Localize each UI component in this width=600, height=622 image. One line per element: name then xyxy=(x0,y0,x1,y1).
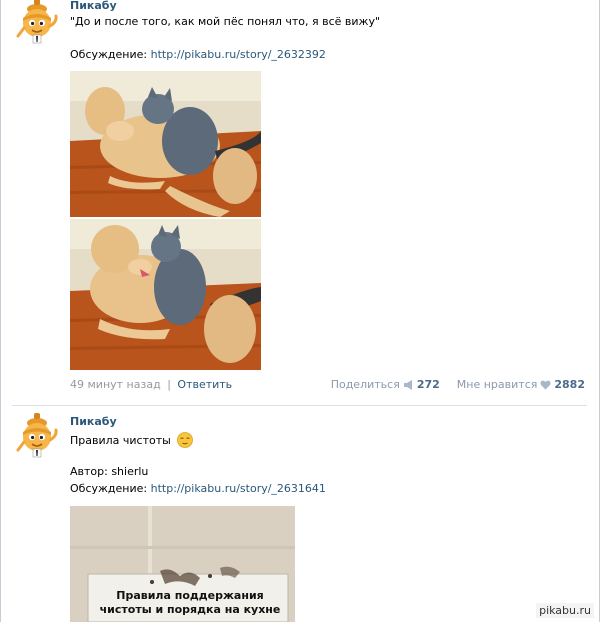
discussion-line: Обсуждение: http://pikabu.ru/story/_2632… xyxy=(70,48,326,61)
share-button[interactable]: Поделиться 272 xyxy=(331,378,444,391)
pikabu-mascot-icon xyxy=(16,0,58,44)
dog-cat-photo-before xyxy=(70,71,261,217)
megaphone-icon xyxy=(403,380,414,393)
discussion-link[interactable]: http://pikabu.ru/story/_2631641 xyxy=(151,482,326,495)
discussion-link[interactable]: http://pikabu.ru/story/_2632392 xyxy=(151,48,326,61)
sign-line-1: Правила поддержания xyxy=(116,589,264,602)
post-divider xyxy=(12,405,587,406)
dog-cat-photo-after xyxy=(70,219,261,370)
post-photo-bottom[interactable] xyxy=(70,219,261,370)
post-actions: Поделиться 272 Мне нравится 2882 xyxy=(331,378,585,393)
frame-border-left xyxy=(0,0,1,622)
discussion-label: Обсуждение: xyxy=(70,482,148,495)
post-author[interactable]: Пикабу xyxy=(70,415,117,428)
watermark: pikabu.ru xyxy=(536,603,594,618)
like-label: Мне нравится xyxy=(456,378,538,391)
avatar[interactable] xyxy=(12,410,62,460)
discussion-line: Обсуждение: http://pikabu.ru/story/_2631… xyxy=(70,482,326,495)
like-count: 2882 xyxy=(554,378,585,391)
discussion-label: Обсуждение: xyxy=(70,48,148,61)
post-time[interactable]: 49 минут назад xyxy=(70,378,161,391)
post-title: "До и после того, как мой пёс понял что,… xyxy=(70,15,381,28)
share-count: 272 xyxy=(416,378,440,391)
relieved-face-emoji-icon xyxy=(177,432,194,451)
sign-line-2: чистоты и порядка на кухне xyxy=(99,603,281,616)
heart-icon xyxy=(540,380,551,393)
post-title: Правила чистоты xyxy=(70,432,194,451)
post-title-text: Правила чистоты xyxy=(70,434,171,447)
post-photo[interactable]: Правила поддержания чистоты и порядка на… xyxy=(70,506,295,622)
avatar[interactable] xyxy=(12,0,62,46)
share-label: Поделиться xyxy=(330,378,400,391)
post-footer: 49 минут назад | Ответить Поделиться 272 … xyxy=(70,378,585,392)
like-button[interactable]: Мне нравится 2882 xyxy=(457,378,585,391)
post-photo-top[interactable] xyxy=(70,71,261,217)
post-author[interactable]: Пикабу xyxy=(70,0,117,12)
footer-separator: | xyxy=(167,378,171,391)
author-line: Автор: shierlu xyxy=(70,465,149,478)
reply-link[interactable]: Ответить xyxy=(177,378,232,391)
pikabu-mascot-icon xyxy=(16,413,58,458)
